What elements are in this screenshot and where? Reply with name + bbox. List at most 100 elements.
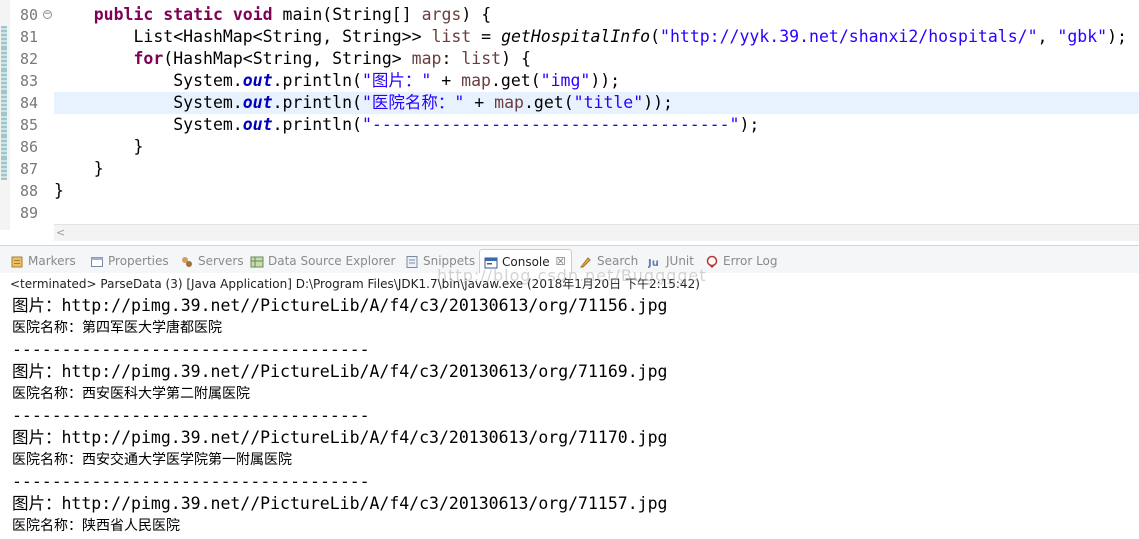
tab-markers[interactable]: Markers [10, 250, 76, 272]
console-line: 图片：http://pimg.39.net//PictureLib/A/f4/c… [12, 428, 668, 447]
code-token: map [411, 49, 442, 68]
code-token: "img" [540, 71, 591, 90]
code-token: public [93, 5, 154, 24]
code-line[interactable]: System.out.println("--------------------… [54, 114, 1139, 136]
code-token: "医院名称：" [361, 93, 465, 112]
code-token: } [54, 181, 64, 200]
code-token: void [232, 5, 273, 24]
tab-label: Markers [28, 254, 76, 268]
code-token: .println( [272, 93, 362, 112]
data-source-icon [250, 254, 264, 268]
quick-diff-marker [1, 136, 7, 158]
snippets-icon [405, 254, 419, 268]
tab-label: Properties [108, 254, 169, 268]
console-line: ------------------------------------ [12, 406, 370, 425]
fold-toggle-icon[interactable]: − [43, 10, 52, 19]
markers-icon [10, 254, 24, 268]
code-token: .get( [523, 93, 574, 112]
code-token: map [494, 93, 524, 112]
quick-diff-marker [1, 158, 7, 180]
code-token: } [54, 159, 104, 178]
code-token: ( [650, 27, 661, 46]
servers-icon [180, 254, 194, 268]
code-token: "http://yyk.39.net/shanxi2/hospitals/" [660, 27, 1038, 46]
quick-diff-marker [1, 92, 7, 114]
scroll-left-icon[interactable]: < [56, 226, 65, 239]
line-number: 88 [20, 182, 39, 200]
line-number: 81 [20, 28, 39, 46]
tab-data-source-explorer[interactable]: Data Source Explorer [250, 250, 395, 272]
code-token: ) { [501, 49, 531, 68]
quick-diff-marker [1, 26, 7, 48]
code-token: args [421, 5, 462, 24]
tab-properties[interactable]: Properties [90, 250, 169, 272]
code-token: out [242, 93, 273, 112]
code-token: out [242, 71, 273, 90]
line-number: 89 [20, 204, 39, 222]
console-line: ------------------------------------ [12, 340, 370, 359]
code-line[interactable]: List<HashMap<String, String>> list = get… [54, 26, 1139, 48]
console-line: ------------------------------------ [12, 472, 370, 491]
code-token: System. [54, 71, 243, 90]
code-line[interactable] [54, 202, 1139, 224]
code-token: = [471, 27, 502, 46]
code-token: ); [1107, 27, 1127, 46]
code-line[interactable]: System.out.println("医院名称：" + map.get("ti… [54, 92, 1139, 114]
code-line[interactable]: for(HashMap<String, String> map: list) { [54, 48, 1139, 70]
tab-label: Data Source Explorer [268, 254, 396, 268]
line-number: 84 [20, 94, 39, 112]
line-number: 82 [20, 50, 39, 68]
code-editor[interactable]: 80 81 82 83 84 85 86 87 88 89 public static void … [0, 0, 1139, 245]
code-token: "gbk" [1057, 27, 1108, 46]
code-token: ); [739, 115, 760, 134]
code-token: static [163, 5, 223, 24]
tab-servers[interactable]: Servers [180, 250, 244, 272]
code-token: + [431, 71, 462, 90]
line-number: 83 [20, 72, 39, 90]
code-token: , [1037, 27, 1058, 46]
code-token: System. [54, 115, 243, 134]
code-token: main(String[] [272, 5, 422, 24]
code-token: : [441, 49, 462, 68]
line-number-gutter: 80 81 82 83 84 85 86 87 88 89 [10, 0, 54, 230]
code-token: "------------------------------------" [361, 115, 740, 134]
code-token: System. [54, 93, 243, 112]
code-token: "图片：" [361, 71, 432, 90]
code-line[interactable]: public static void main(String[] args) { [54, 4, 1139, 26]
code-line[interactable]: } [54, 180, 1139, 202]
code-token: )); [643, 93, 673, 112]
code-token: )); [590, 71, 621, 90]
code-token: .println( [272, 71, 362, 90]
tab-error-log[interactable]: Error Log [705, 250, 778, 272]
tab-label: Error Log [723, 254, 778, 268]
quick-diff-marker [1, 114, 7, 136]
console-output[interactable]: 图片：http://pimg.39.net//PictureLib/A/f4/c… [0, 295, 1139, 539]
code-token: "title" [573, 93, 644, 112]
code-line[interactable]: } [54, 136, 1139, 158]
code-token: .println( [272, 115, 362, 134]
line-number: 86 [20, 138, 39, 156]
code-token: list [461, 49, 502, 68]
horizontal-scrollbar[interactable]: < [54, 224, 1139, 241]
code-token: } [54, 137, 144, 156]
console-line: 图片：http://pimg.39.net//PictureLib/A/f4/c… [12, 494, 668, 513]
code-token: for [133, 49, 164, 68]
console-line: 图片：http://pimg.39.net//PictureLib/A/f4/c… [12, 362, 668, 381]
code-token: (HashMap<String, String> [163, 49, 412, 68]
code-token: out [242, 115, 273, 134]
code-token: .get( [490, 71, 541, 90]
console-line: 医院名称：西安医科大学第二附属医院 [12, 386, 250, 402]
quick-diff-marker [1, 70, 7, 92]
tab-label: Servers [198, 254, 244, 268]
console-line: 医院名称：第四军医大学唐都医院 [12, 320, 222, 336]
code-token: getHospitalInfo [501, 27, 651, 46]
code-line[interactable]: } [54, 158, 1139, 180]
code-line[interactable]: System.out.println("图片：" + map.get("img"… [54, 70, 1139, 92]
console-line: 医院名称：陕西省人民医院 [12, 518, 180, 534]
console-line: 图片：http://pimg.39.net//PictureLib/A/f4/c… [12, 296, 668, 315]
code-token: list [431, 27, 472, 46]
